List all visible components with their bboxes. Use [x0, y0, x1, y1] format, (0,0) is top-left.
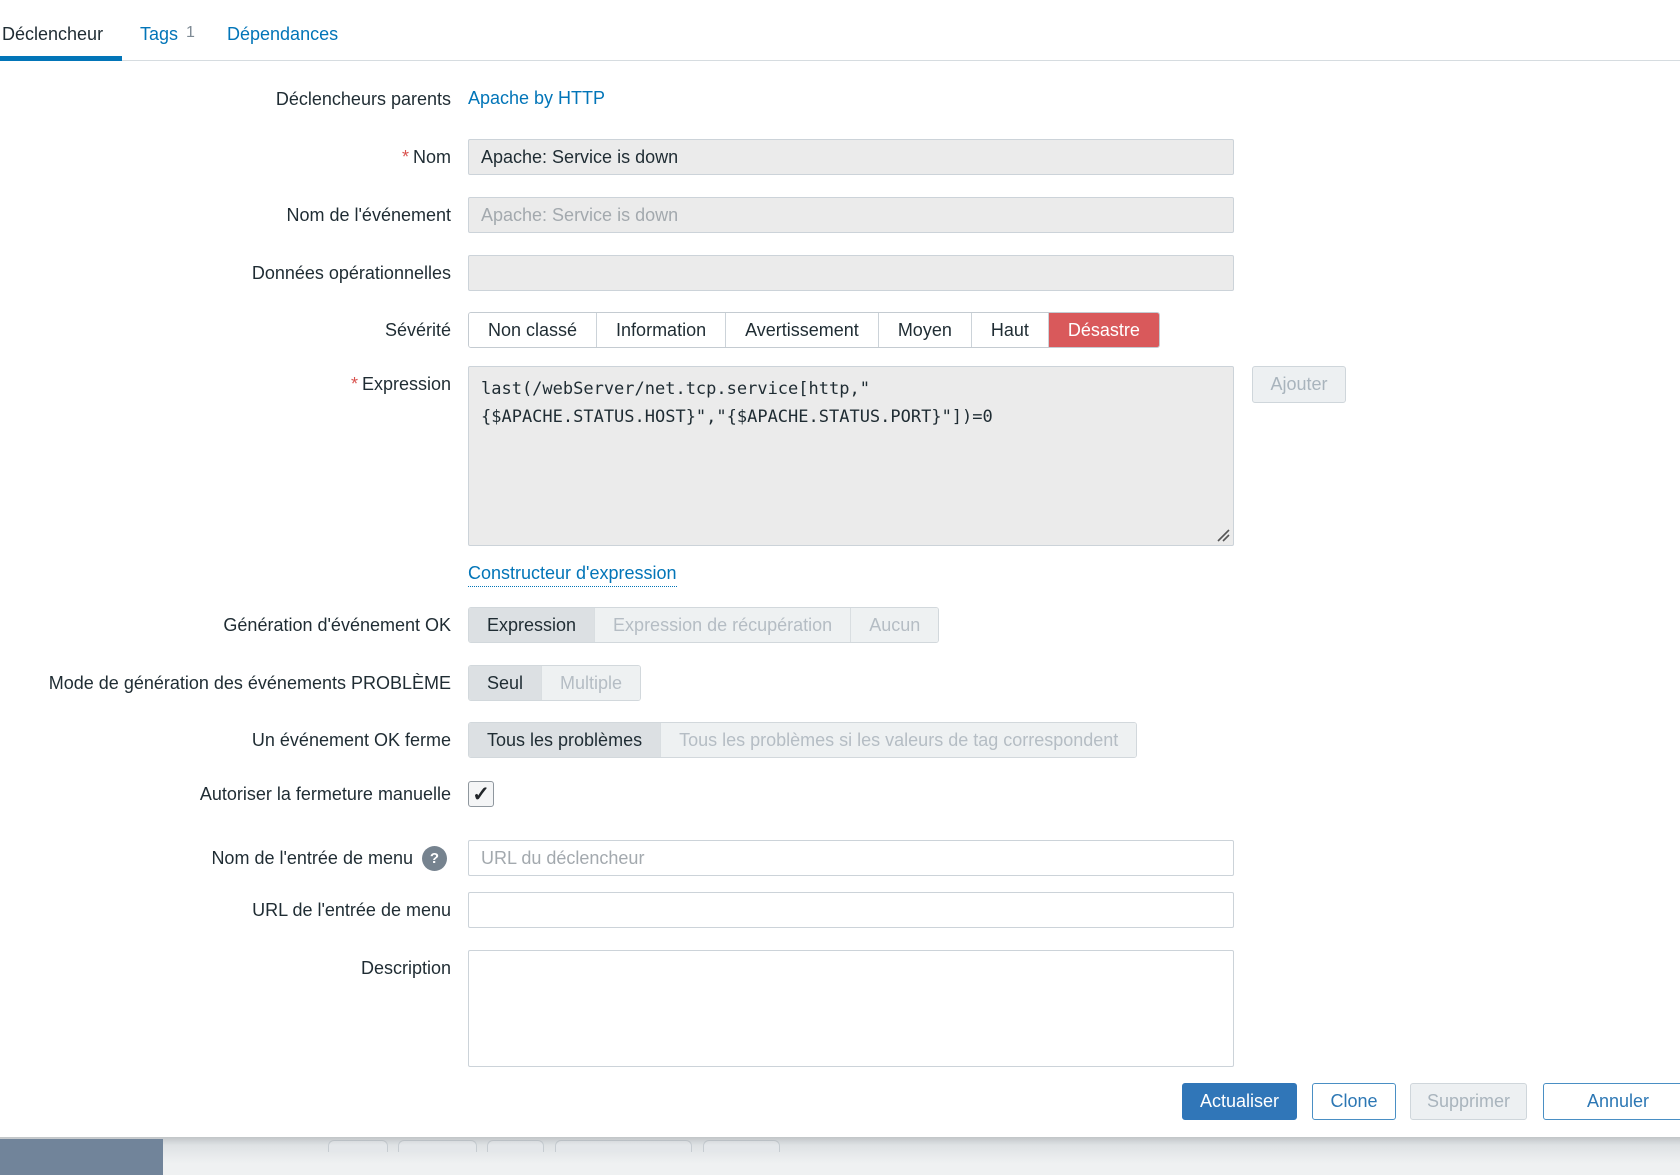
ok-event-closes-all-problems: Tous les problèmes	[469, 723, 661, 757]
expression-add-button: Ajouter	[1252, 366, 1346, 403]
event-name-label: Nom de l'événement	[0, 204, 451, 226]
severity-label: Sévérité	[0, 319, 451, 341]
required-asterisk: *	[351, 374, 358, 394]
ok-event-generation-none: Aucun	[851, 608, 938, 642]
ok-event-generation-label: Génération d'événement OK	[0, 614, 451, 636]
description-textarea[interactable]	[468, 950, 1234, 1067]
description-label: Description	[0, 957, 451, 979]
menu-entry-url-label: URL de l'entrée de menu	[0, 899, 451, 921]
event-name-input	[468, 197, 1234, 233]
form-bottom-shadow	[0, 1137, 1680, 1145]
checkmark-icon: ✓	[472, 782, 490, 807]
operational-data-input	[468, 255, 1234, 291]
ok-event-closes-group: Tous les problèmes Tous les problèmes si…	[468, 722, 1137, 758]
textarea-resize-handle	[1215, 529, 1230, 542]
operational-data-label: Données opérationnelles	[0, 262, 451, 284]
tab-tags[interactable]: Tags 1	[140, 24, 195, 45]
cancel-button[interactable]: Annuler	[1543, 1083, 1680, 1120]
name-label: *Nom	[0, 146, 451, 168]
ok-event-generation-recovery-expression: Expression de récupération	[595, 608, 851, 642]
problem-event-mode-multiple: Multiple	[542, 666, 640, 700]
severity-option-information[interactable]: Information	[597, 313, 726, 347]
severity-option-high[interactable]: Haut	[972, 313, 1049, 347]
severity-option-not-classified[interactable]: Non classé	[469, 313, 597, 347]
tabs-divider	[0, 60, 1680, 61]
ok-event-generation-expression: Expression	[469, 608, 595, 642]
ok-event-generation-group: Expression Expression de récupération Au…	[468, 607, 939, 643]
severity-button-group: Non classé Information Avertissement Moy…	[468, 312, 1160, 348]
menu-entry-name-input[interactable]	[468, 840, 1234, 876]
tab-dependencies[interactable]: Dépendances	[227, 24, 338, 45]
problem-event-mode-group: Seul Multiple	[468, 665, 641, 701]
expression-textarea: last(/webServer/net.tcp.service[http," {…	[468, 366, 1234, 546]
help-icon[interactable]: ?	[422, 846, 447, 871]
tab-tags-count: 1	[186, 24, 195, 45]
trigger-edit-form: Déclencheur Tags 1 Dépendances Déclenche…	[0, 0, 1680, 1175]
allow-manual-close-label: Autoriser la fermeture manuelle	[0, 783, 451, 805]
active-tab-underline	[0, 56, 122, 61]
ok-event-closes-tag-matched: Tous les problèmes si les valeurs de tag…	[661, 723, 1136, 757]
problem-event-mode-single: Seul	[469, 666, 542, 700]
severity-option-disaster[interactable]: Désastre	[1049, 313, 1159, 347]
allow-manual-close-checkbox[interactable]: ✓	[468, 781, 494, 807]
required-asterisk: *	[402, 147, 409, 167]
expression-label: *Expression	[0, 373, 451, 395]
update-button[interactable]: Actualiser	[1182, 1083, 1297, 1120]
problem-event-mode-label: Mode de génération des événements PROBLÈ…	[0, 672, 451, 694]
expression-constructor-link[interactable]: Constructeur d'expression	[468, 563, 677, 587]
severity-option-average[interactable]: Moyen	[879, 313, 972, 347]
menu-entry-name-label: Nom de l'entrée de menu	[211, 848, 413, 869]
parent-triggers-label: Déclencheurs parents	[0, 88, 451, 110]
delete-button: Supprimer	[1410, 1083, 1527, 1120]
tab-tags-label: Tags	[140, 24, 178, 45]
menu-entry-name-label-row: Nom de l'entrée de menu ?	[0, 840, 447, 876]
background-sidebar-fragment	[0, 1139, 163, 1175]
clone-button[interactable]: Clone	[1312, 1083, 1396, 1120]
ok-event-closes-label: Un événement OK ferme	[0, 729, 451, 751]
severity-option-warning[interactable]: Avertissement	[726, 313, 879, 347]
name-input	[468, 139, 1234, 175]
parent-trigger-link[interactable]: Apache by HTTP	[468, 88, 605, 109]
tab-trigger[interactable]: Déclencheur	[2, 24, 103, 45]
menu-entry-url-input[interactable]	[468, 892, 1234, 928]
